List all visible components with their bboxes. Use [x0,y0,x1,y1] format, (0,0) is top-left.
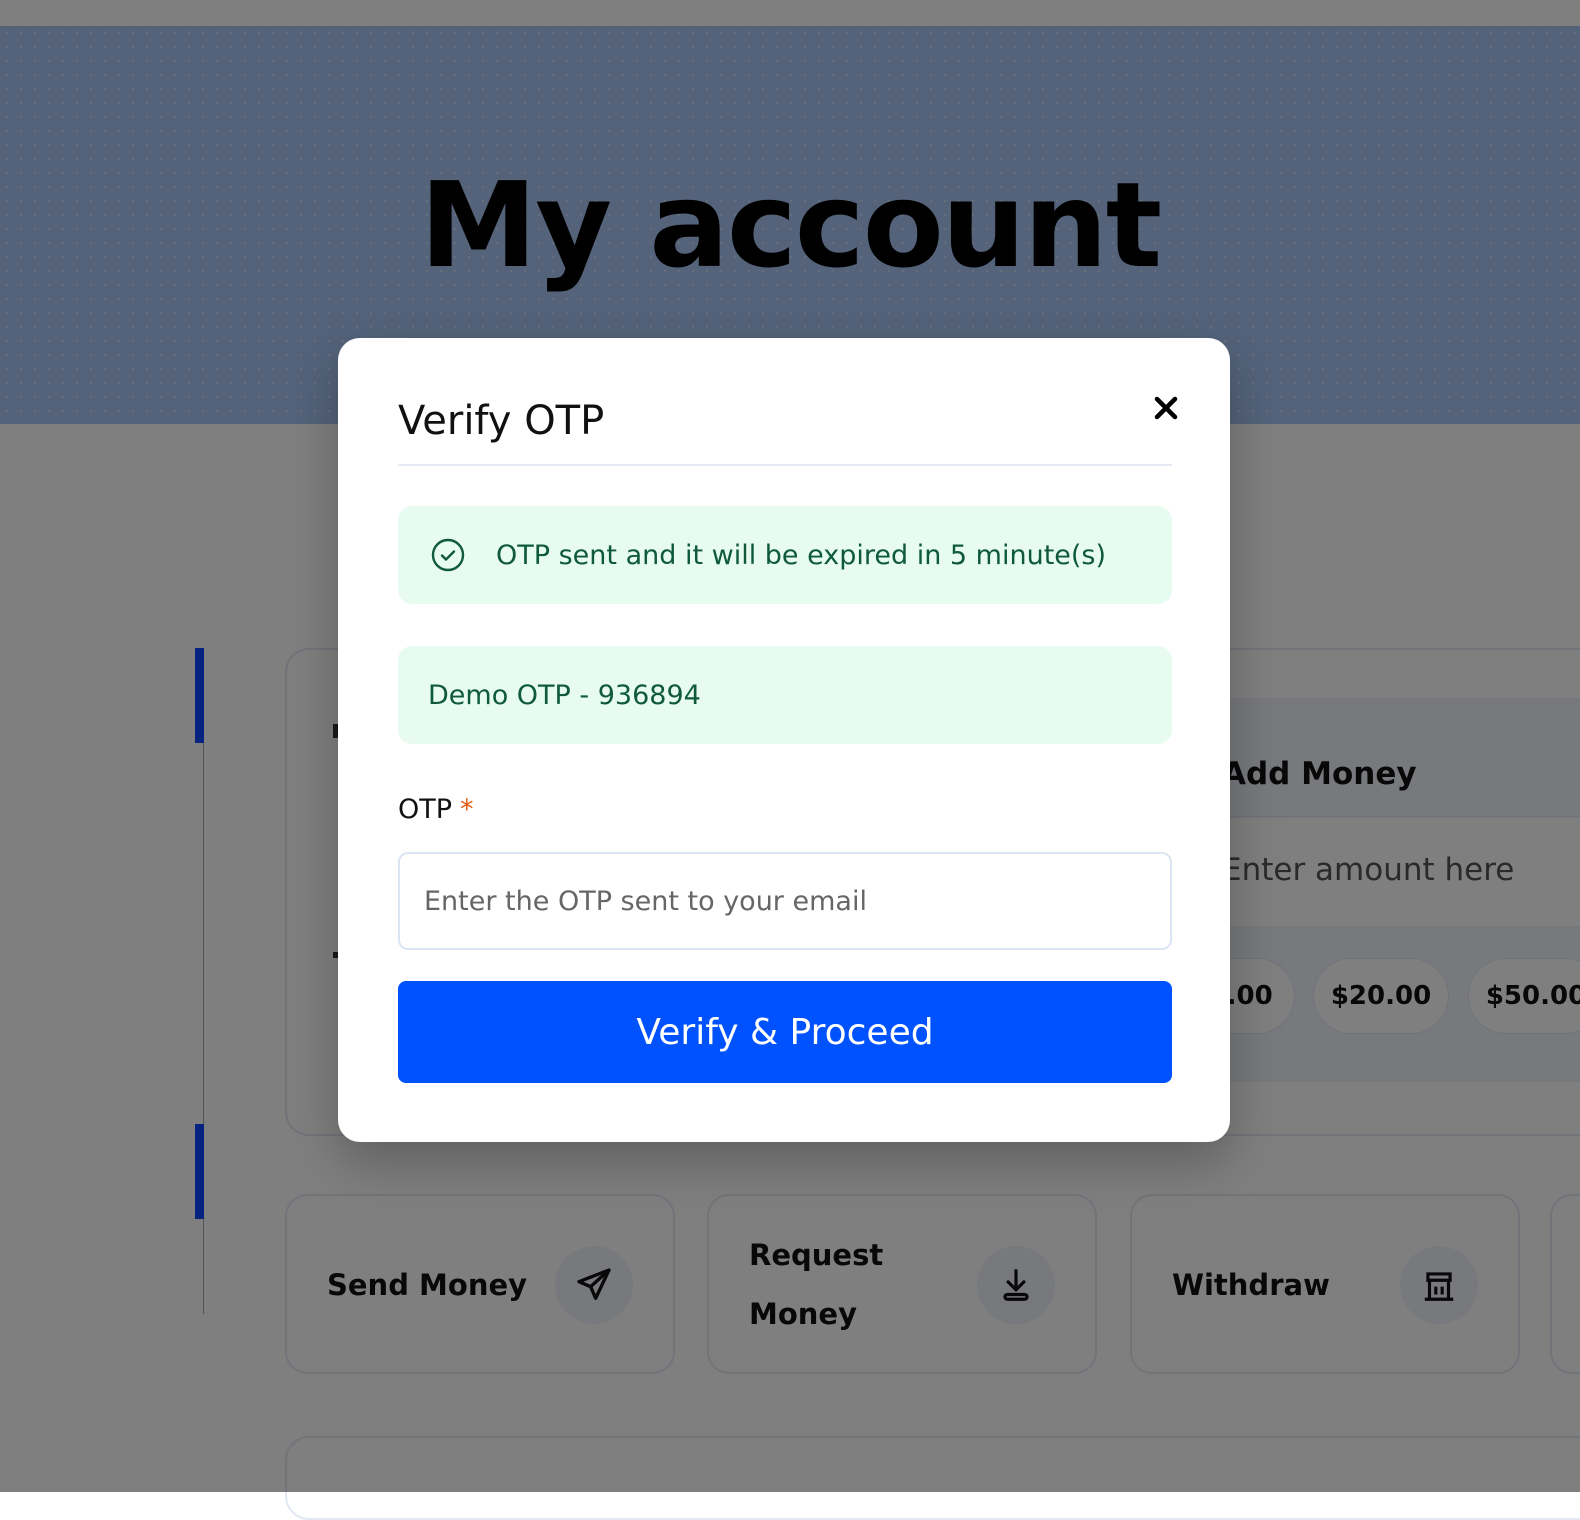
modal-title: Verify OTP [398,398,605,444]
check-circle-icon [431,538,465,572]
modal-divider [398,464,1172,466]
demo-otp-alert: Demo OTP - 936894 [398,646,1172,744]
close-icon[interactable] [1152,394,1180,422]
otp-sent-alert: OTP sent and it will be expired in 5 min… [398,506,1172,604]
verify-proceed-button[interactable]: Verify & Proceed [398,981,1172,1083]
otp-label: OTP * [398,794,474,825]
otp-input[interactable] [398,852,1172,950]
demo-otp-text: Demo OTP - 936894 [428,679,701,711]
required-marker: * [460,794,474,825]
verify-otp-modal: Verify OTP OTP sent and it will be expir… [338,338,1230,1142]
alert-message: OTP sent and it will be expired in 5 min… [496,539,1107,571]
otp-label-text: OTP [398,794,453,825]
